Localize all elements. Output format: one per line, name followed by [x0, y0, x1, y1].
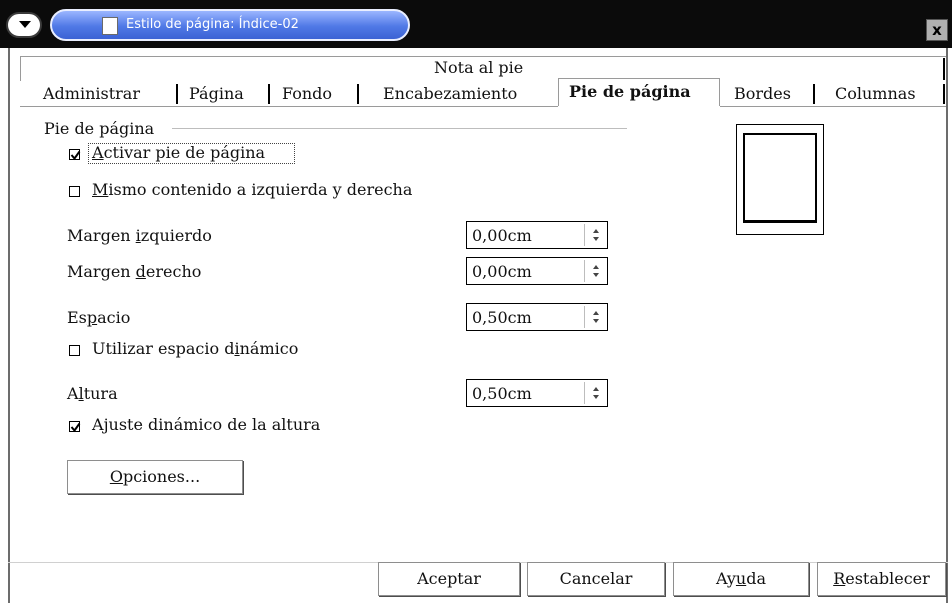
espacio-dinamico-label[interactable]: Utilizar espacio dinámico	[92, 339, 298, 358]
aceptar-button[interactable]: Aceptar	[378, 562, 520, 596]
cancelar-button[interactable]: Cancelar	[527, 562, 665, 596]
tab-underline	[20, 106, 558, 107]
spin-arrows-icon	[593, 229, 599, 241]
page-preview	[736, 124, 824, 235]
section-title: Pie de página	[44, 119, 155, 138]
altura-label: Altura	[67, 384, 118, 403]
document-icon	[102, 17, 118, 35]
tab-administrar[interactable]: Administrar	[43, 84, 140, 103]
preview-page	[743, 133, 817, 223]
tab-separator	[357, 84, 359, 104]
tab-separator	[943, 58, 945, 80]
window-menu-button[interactable]	[6, 12, 42, 38]
tab-separator	[813, 84, 815, 104]
spin-arrows-icon	[593, 265, 599, 277]
mismo-contenido-checkbox[interactable]	[69, 186, 80, 197]
margen-derecho-label: Margen derecho	[67, 262, 202, 281]
spin-arrows-icon	[593, 387, 599, 399]
espacio-value[interactable]: 0,50cm	[472, 308, 532, 327]
section-divider	[172, 128, 627, 129]
spin-arrows-icon	[593, 311, 599, 323]
margen-derecho-value[interactable]: 0,00cm	[472, 262, 532, 281]
restablecer-button[interactable]: Restablecer	[817, 562, 946, 596]
tab-nota-al-pie[interactable]: Nota al pie	[434, 58, 523, 77]
spin-buttons[interactable]	[584, 382, 607, 404]
margen-izquierdo-spinbox[interactable]: 0,00cm	[466, 221, 608, 249]
ayuda-button[interactable]: Ayuda	[673, 562, 809, 596]
tab-pagina[interactable]: Página	[189, 84, 244, 103]
checkmark-icon	[70, 150, 81, 161]
window-title-pill: Estilo de página: Índice-02	[50, 9, 410, 41]
chevron-down-icon	[19, 21, 31, 28]
spin-buttons[interactable]	[584, 306, 607, 328]
tab-fondo[interactable]: Fondo	[282, 84, 332, 103]
tab-separator	[268, 84, 270, 104]
ajuste-altura-checkbox[interactable]	[69, 421, 81, 433]
preview-footer	[743, 220, 817, 223]
window-title: Estilo de página: Índice-02	[126, 17, 299, 32]
checkmark-icon	[70, 422, 81, 433]
espacio-label: Espacio	[67, 308, 131, 327]
tab-bordes[interactable]: Bordes	[734, 84, 791, 103]
margen-izquierdo-label: Margen izquierdo	[67, 226, 212, 245]
spin-buttons[interactable]	[584, 224, 607, 246]
tab-columnas[interactable]: Columnas	[835, 84, 916, 103]
opciones-button[interactable]: Opciones...	[67, 460, 243, 494]
altura-spinbox[interactable]: 0,50cm	[466, 379, 608, 407]
activar-pie-checkbox[interactable]	[69, 149, 81, 161]
altura-value[interactable]: 0,50cm	[472, 384, 532, 403]
tab-separator	[943, 84, 945, 104]
margen-derecho-spinbox[interactable]: 0,00cm	[466, 257, 608, 285]
ajuste-altura-label[interactable]: Ajuste dinámico de la altura	[92, 415, 320, 434]
tab-encabezamiento[interactable]: Encabezamiento	[383, 84, 517, 103]
tab-underline	[720, 106, 946, 107]
activar-pie-label[interactable]: Activar pie de página	[92, 143, 265, 162]
espacio-dinamico-checkbox[interactable]	[69, 345, 80, 356]
espacio-spinbox[interactable]: 0,50cm	[466, 303, 608, 331]
mismo-contenido-label[interactable]: Mismo contenido a izquierda y derecha	[92, 180, 412, 199]
window-title-bar: Estilo de página: Índice-02 x	[0, 0, 952, 48]
tab-pie-de-pagina[interactable]: Pie de página	[569, 82, 691, 101]
margen-izquierdo-value[interactable]: 0,00cm	[472, 226, 532, 245]
tab-separator	[176, 84, 178, 104]
spin-buttons[interactable]	[584, 260, 607, 282]
close-button[interactable]: x	[926, 19, 948, 41]
